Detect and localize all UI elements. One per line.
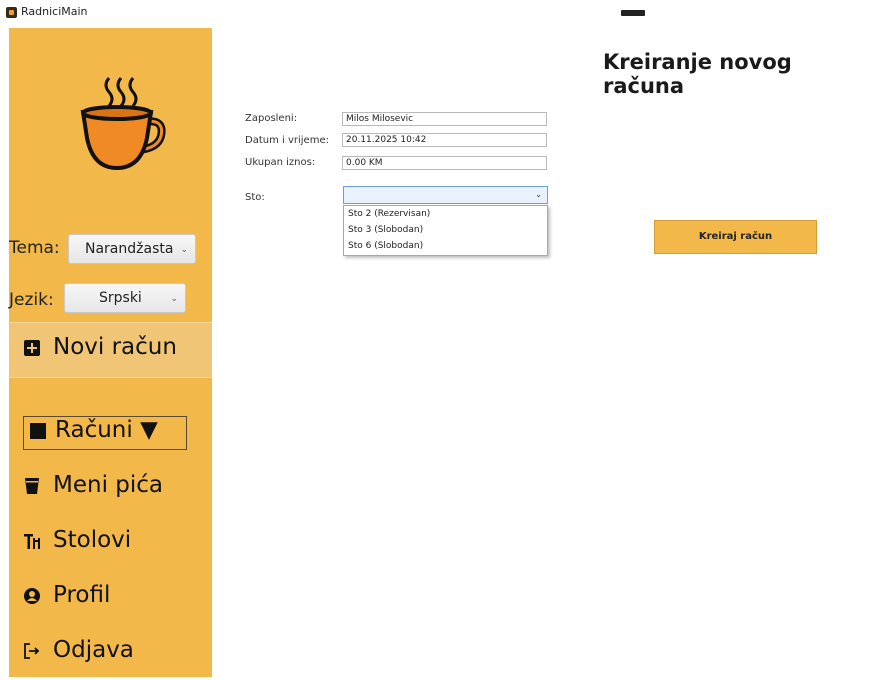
chevron-down-icon: ⌄ <box>180 244 188 254</box>
dropdown-option[interactable]: Sto 2 (Rezervisan) <box>348 209 430 219</box>
datetime-label: Datum i vrijeme: <box>245 135 329 146</box>
table-label: Sto: <box>245 192 265 203</box>
nav-profil[interactable]: Profil <box>9 571 212 625</box>
window-handle-icon[interactable] <box>621 10 645 16</box>
nav-meni-pica[interactable]: Meni pića <box>9 461 212 515</box>
language-value: Srpski <box>99 290 142 306</box>
table-dropdown-list: Sto 2 (Rezervisan) Sto 3 (Slobodan) Sto … <box>343 205 548 256</box>
glass-icon <box>25 478 39 494</box>
nav-label: Računi ▼ <box>55 417 158 443</box>
employee-field[interactable]: Milos Milosevic <box>342 112 547 126</box>
nav-odjava[interactable]: Odjava <box>9 626 212 680</box>
nav-novi-racun[interactable]: Novi račun <box>9 322 212 378</box>
nav-label: Meni pića <box>53 472 164 498</box>
employee-label: Zaposleni: <box>245 113 298 124</box>
language-select[interactable]: Srpski ⌄ <box>64 283 186 313</box>
nav-label: Odjava <box>53 637 134 663</box>
sidebar: Tema: Narandžasta ⌄ Jezik: Srpski ⌄ Novi… <box>9 28 212 677</box>
nav-racuni[interactable]: Računi ▼ <box>9 406 212 460</box>
app-icon <box>6 7 17 18</box>
page-title: Kreiranje novog računa <box>603 50 792 98</box>
create-bill-button[interactable]: Kreiraj račun <box>654 220 817 254</box>
total-field[interactable]: 0.00 KM <box>342 156 547 170</box>
dropdown-option[interactable]: Sto 6 (Slobodan) <box>348 241 423 251</box>
nav-label: Profil <box>53 582 111 608</box>
nav-label: Novi račun <box>53 334 177 360</box>
total-label: Ukupan iznos: <box>245 157 316 168</box>
chevron-down-icon: ⌄ <box>535 190 542 199</box>
logout-icon <box>24 643 40 659</box>
chevron-down-icon: ⌄ <box>170 293 178 303</box>
dropdown-option[interactable]: Sto 3 (Slobodan) <box>348 225 423 235</box>
user-circle-icon <box>24 588 40 604</box>
coffee-cup-logo <box>80 77 166 171</box>
theme-label: Tema: <box>9 238 60 258</box>
language-label: Jezik: <box>9 290 54 310</box>
plus-square-icon <box>24 340 40 356</box>
theme-select[interactable]: Narandžasta ⌄ <box>68 234 196 264</box>
table-icon <box>24 534 40 549</box>
create-bill-label: Kreiraj račun <box>698 231 773 242</box>
square-icon <box>30 423 46 439</box>
nav-stolovi[interactable]: Stolovi <box>9 516 212 570</box>
title-bar: RadniciMain <box>0 0 873 28</box>
table-combobox[interactable]: ⌄ <box>343 186 548 204</box>
nav-label: Stolovi <box>53 527 132 553</box>
theme-value: Narandžasta <box>85 241 174 257</box>
datetime-field[interactable]: 20.11.2025 10:42 <box>342 133 547 147</box>
window-title: RadniciMain <box>21 5 88 18</box>
